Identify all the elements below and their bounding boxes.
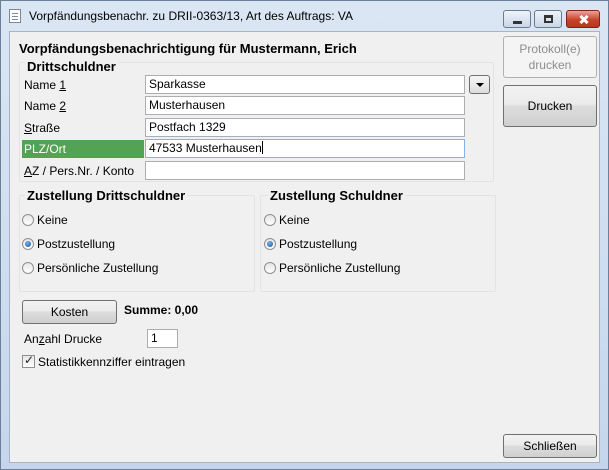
zustellung-dritt-heading: Zustellung Drittschuldner xyxy=(25,188,188,203)
dialog-window: Vorpfändungsbenachr. zu DRII-0363/13, Ar… xyxy=(0,0,609,470)
title-bar[interactable]: Vorpfändungsbenachr. zu DRII-0363/13, Ar… xyxy=(1,1,608,31)
dritt-radio-keine[interactable]: Keine xyxy=(22,213,68,227)
document-icon xyxy=(9,9,21,23)
text-caret xyxy=(261,141,263,154)
schuldner-radio-persoenlich[interactable]: Persönliche Zustellung xyxy=(264,261,400,275)
chevron-down-icon[interactable] xyxy=(469,75,490,94)
maximize-button[interactable] xyxy=(534,10,562,28)
summe-label: Summe: 0,00 xyxy=(124,303,199,317)
zustellung-schuldner-heading: Zustellung Schuldner xyxy=(268,188,405,203)
radio-button[interactable] xyxy=(22,262,34,274)
kosten-button[interactable]: Kosten xyxy=(22,300,117,324)
name1-label: Name 1 xyxy=(24,78,67,92)
plzort-field[interactable]: 47533 Musterhausen xyxy=(145,139,465,158)
statistik-checkbox-row[interactable]: Statistikkennziffer eintragen xyxy=(22,353,185,369)
dritt-radio-post[interactable]: Postzustellung xyxy=(22,237,115,251)
schliessen-button[interactable]: Schließen xyxy=(503,434,597,458)
radio-button[interactable] xyxy=(264,262,276,274)
radio-button-selected[interactable] xyxy=(264,238,276,250)
dritt-radio-persoenlich[interactable]: Persönliche Zustellung xyxy=(22,261,158,275)
strasse-field[interactable]: Postfach 1329 xyxy=(145,118,465,137)
plzort-label: PLZ/Ort xyxy=(22,140,144,158)
strasse-label: Straße xyxy=(24,121,61,135)
radio-button[interactable] xyxy=(22,214,34,226)
plzort-value: 47533 Musterhausen xyxy=(149,141,262,155)
schuldner-radio-keine[interactable]: Keine xyxy=(264,213,310,227)
name1-field[interactable]: Sparkasse xyxy=(145,75,465,94)
anzahl-field[interactable]: 1 xyxy=(147,329,178,348)
drittschuldner-heading: Drittschuldner xyxy=(25,59,118,74)
page-title: Vorpfändungsbenachrichtigung für Musterm… xyxy=(19,41,357,56)
close-button[interactable] xyxy=(566,10,600,28)
name2-field[interactable]: Musterhausen xyxy=(145,96,465,115)
anzahl-label: Anzahl Drucke xyxy=(24,332,103,346)
checkbox[interactable] xyxy=(22,353,35,368)
drucken-button[interactable]: Drucken xyxy=(503,85,597,127)
name2-label: Name 2 xyxy=(24,99,67,113)
radio-button[interactable] xyxy=(264,214,276,226)
protokoll-button[interactable]: Protokoll(e) drucken xyxy=(503,36,597,78)
radio-button-selected[interactable] xyxy=(22,238,34,250)
dialog-client: Vorpfändungsbenachrichtigung für Musterm… xyxy=(9,31,600,463)
minimize-button[interactable] xyxy=(503,10,531,28)
window-title: Vorpfändungsbenachr. zu DRII-0363/13, Ar… xyxy=(29,9,353,23)
az-label: AZ / Pers.Nr. / Konto xyxy=(24,164,135,178)
schuldner-radio-post[interactable]: Postzustellung xyxy=(264,237,357,251)
az-field[interactable] xyxy=(145,161,465,180)
